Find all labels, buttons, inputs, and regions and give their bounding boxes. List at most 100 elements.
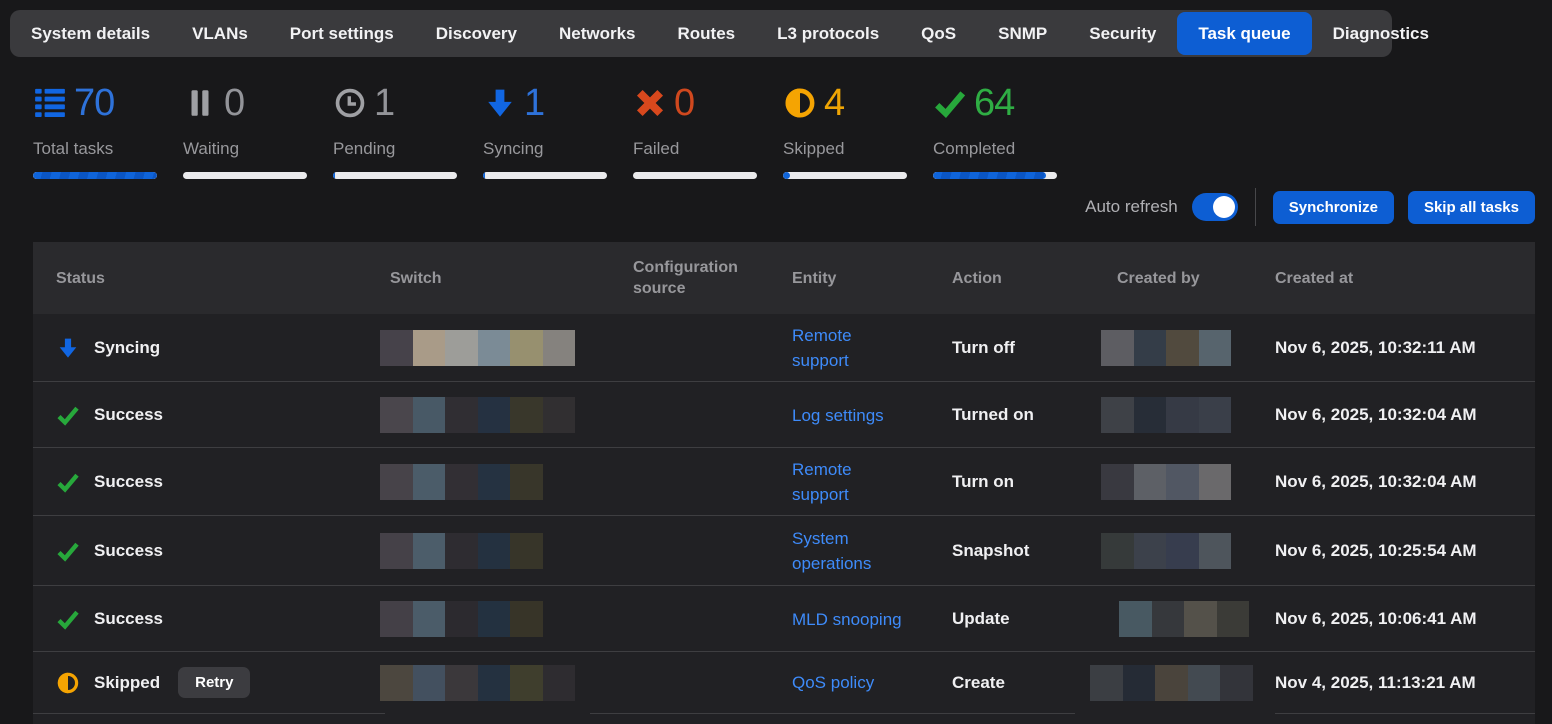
status-cell: Success: [33, 539, 374, 563]
stat-total-tasks: 70 Total tasks: [33, 84, 183, 179]
entity-cell: Remote support: [776, 457, 936, 507]
status-label: Skipped: [94, 673, 160, 693]
mosaic-block: [1166, 397, 1199, 433]
switch-cell: [374, 533, 617, 569]
tab-vlans[interactable]: VLANs: [171, 12, 269, 55]
created-at-cell: Nov 6, 2025, 10:32:04 AM: [1259, 405, 1535, 425]
tab-diagnostics[interactable]: Diagnostics: [1312, 12, 1450, 55]
redacted-switch-image: [380, 397, 575, 433]
status-label: Syncing: [94, 338, 160, 358]
tab-port-settings[interactable]: Port settings: [269, 12, 415, 55]
vertical-divider: [1255, 188, 1256, 226]
stat-progress-bar: [483, 172, 607, 179]
created-by-cell: [1101, 464, 1259, 500]
mosaic-block: [1134, 533, 1167, 569]
mosaic-block: [1119, 601, 1152, 637]
redacted-switch-image: [380, 601, 543, 637]
top-nav: System detailsVLANsPort settingsDiscover…: [10, 10, 1392, 57]
tab-l3-protocols[interactable]: L3 protocols: [756, 12, 900, 55]
stat-count: 1: [524, 84, 544, 122]
redacted-user-image: [1101, 464, 1231, 500]
switch-cell: [374, 464, 617, 500]
tab-snmp[interactable]: SNMP: [977, 12, 1068, 55]
mosaic-block: [510, 464, 543, 500]
entity-link[interactable]: Log settings: [792, 403, 884, 428]
mosaic-block: [1199, 533, 1232, 569]
check-icon: [933, 86, 967, 120]
divider-segment: [1275, 713, 1535, 714]
mosaic-block: [1155, 665, 1188, 701]
mosaic-block: [510, 665, 543, 701]
created-by-cell: [1101, 601, 1259, 637]
table-row: SkippedRetryQoS policyCreateNov 4, 2025,…: [33, 652, 1535, 713]
entity-link[interactable]: System operations: [792, 526, 904, 576]
stat-waiting: 0Waiting: [183, 84, 333, 179]
stat-count: 64: [974, 84, 1014, 122]
status-label: Success: [94, 405, 163, 425]
entity-link[interactable]: MLD snooping: [792, 607, 902, 632]
entity-cell: MLD snooping: [776, 607, 936, 632]
stat-progress-bar: [933, 172, 1057, 179]
stat-count: 70: [74, 84, 114, 122]
tab-task-queue[interactable]: Task queue: [1177, 12, 1311, 55]
divider-segment: [33, 713, 385, 714]
stat-label: Completed: [933, 139, 1083, 159]
task-table: StatusSwitchConfiguration sourceEntityAc…: [33, 242, 1535, 724]
mosaic-block: [1134, 464, 1167, 500]
tab-discovery[interactable]: Discovery: [415, 12, 538, 55]
mosaic-block: [1220, 665, 1253, 701]
synchronize-button[interactable]: Synchronize: [1273, 191, 1394, 224]
mosaic-block: [510, 397, 543, 433]
entity-cell: System operations: [776, 526, 936, 576]
switch-cell: [374, 330, 617, 366]
created-at-cell: Nov 6, 2025, 10:25:54 AM: [1259, 541, 1535, 561]
mosaic-block: [1199, 397, 1232, 433]
divider-segment: [590, 713, 1075, 714]
mosaic-block: [413, 601, 446, 637]
status-cell: Success: [33, 403, 374, 427]
arrow-down-icon: [56, 336, 80, 360]
stat-progress-fill: [33, 172, 157, 179]
mosaic-block: [478, 665, 511, 701]
column-header-created-at: Created at: [1259, 268, 1535, 289]
mosaic-block: [380, 397, 413, 433]
stat-completed: 64 Completed: [933, 84, 1083, 179]
status-cell: Success: [33, 470, 374, 494]
skip-all-tasks-button[interactable]: Skip all tasks: [1408, 191, 1535, 224]
tab-routes[interactable]: Routes: [657, 12, 757, 55]
mosaic-block: [413, 533, 446, 569]
stat-label: Failed: [633, 139, 783, 159]
auto-refresh-label: Auto refresh: [1085, 197, 1178, 217]
retry-button[interactable]: Retry: [178, 667, 250, 698]
tab-security[interactable]: Security: [1068, 12, 1177, 55]
stats-row: 70Total tasks0Waiting1Pending1Syncing0Fa…: [33, 84, 1083, 179]
tab-qos[interactable]: QoS: [900, 12, 977, 55]
mosaic-block: [1123, 665, 1156, 701]
mosaic-block: [478, 533, 511, 569]
column-header-switch: Switch: [374, 268, 617, 289]
mosaic-block: [510, 330, 543, 366]
tab-system-details[interactable]: System details: [10, 12, 171, 55]
pause-icon: [183, 86, 217, 120]
stat-progress-bar: [183, 172, 307, 179]
stat-progress-fill: [783, 172, 790, 179]
created-at-cell: Nov 6, 2025, 10:32:11 AM: [1259, 338, 1535, 358]
stat-label: Total tasks: [33, 139, 183, 159]
stat-pending: 1Pending: [333, 84, 483, 179]
mosaic-block: [445, 601, 478, 637]
switch-cell: [374, 665, 617, 701]
status-label: Success: [94, 472, 163, 492]
tab-networks[interactable]: Networks: [538, 12, 657, 55]
status-label: Success: [94, 541, 163, 561]
stat-syncing: 1Syncing: [483, 84, 633, 179]
auto-refresh-toggle[interactable]: [1192, 193, 1238, 221]
created-by-cell: [1101, 330, 1259, 366]
column-header-status: Status: [33, 268, 374, 289]
stat-label: Skipped: [783, 139, 933, 159]
entity-link[interactable]: Remote support: [792, 323, 904, 373]
switch-cell: [374, 601, 617, 637]
mosaic-block: [1166, 330, 1199, 366]
entity-link[interactable]: QoS policy: [792, 670, 874, 695]
entity-link[interactable]: Remote support: [792, 457, 904, 507]
column-header-created-by: Created by: [1101, 268, 1259, 289]
